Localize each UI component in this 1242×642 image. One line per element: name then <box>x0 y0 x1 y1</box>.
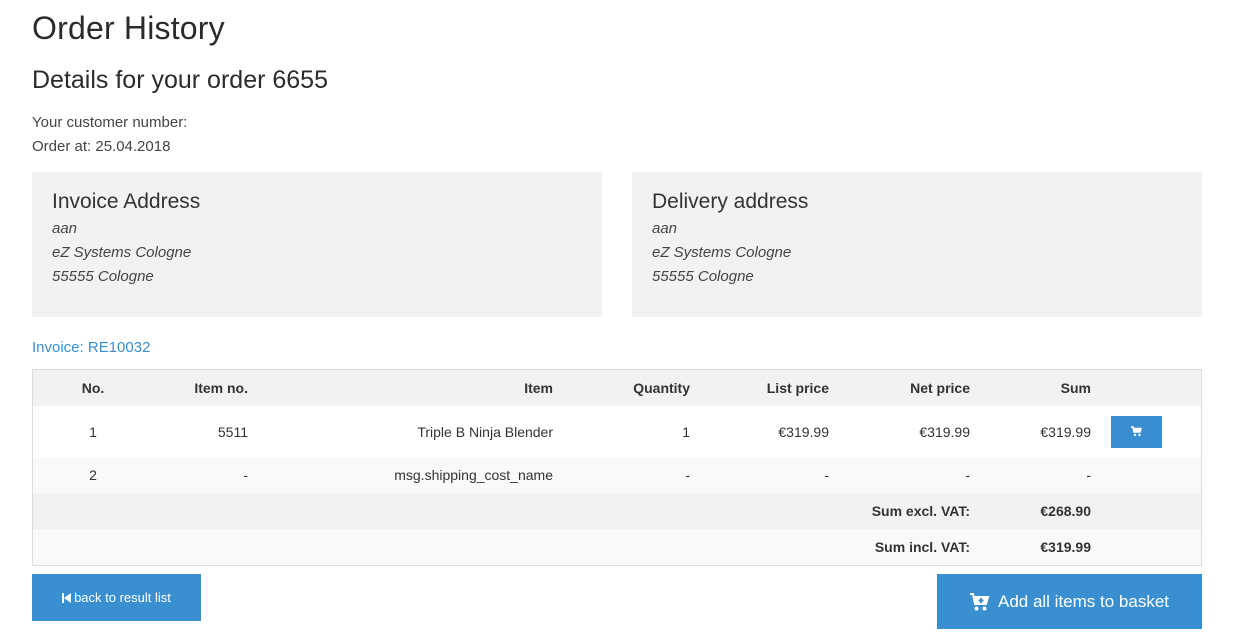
delivery-address-city: 55555 Cologne <box>652 268 754 285</box>
header-quantity: Quantity <box>553 370 690 406</box>
sum-excl-vat-row: Sum excl. VAT: €268.90 <box>33 493 1201 529</box>
header-list-price: List price <box>690 370 829 406</box>
back-to-result-list-button[interactable]: back to result list <box>32 574 201 621</box>
invoice-address-company: eZ Systems Cologne <box>52 244 192 261</box>
header-actions <box>1091 370 1201 406</box>
header-sum: Sum <box>970 370 1091 406</box>
invoice-address-name: aan <box>52 220 78 237</box>
invoice-address-title: Invoice Address <box>52 190 201 213</box>
add-all-to-basket-button[interactable]: Add all items to basket <box>937 574 1202 629</box>
order-meta: Your customer number: Order at: 25.04.20… <box>32 111 187 159</box>
cell-quantity: 1 <box>682 423 690 440</box>
invoice-link[interactable]: Invoice: RE10032 <box>32 339 150 356</box>
cell-quantity: - <box>553 457 690 493</box>
order-items-table: No. Item no. Item Quantity List price Ne… <box>32 369 1202 566</box>
cell-actions <box>1091 457 1201 493</box>
order-date: Order at: 25.04.2018 <box>32 138 171 155</box>
invoice-address-city: 55555 Cologne <box>52 268 154 285</box>
header-item-no: Item no. <box>148 370 248 406</box>
header-net-price: Net price <box>829 370 970 406</box>
add-to-basket-button[interactable] <box>1111 415 1162 448</box>
sum-excl-vat-value: €268.90 <box>970 493 1091 529</box>
header-item: Item <box>248 370 553 406</box>
delivery-address-company: eZ Systems Cologne <box>652 244 792 261</box>
cell-sum: - <box>970 457 1091 493</box>
table-header-row: No. Item no. Item Quantity List price Ne… <box>33 370 1201 406</box>
order-heading: Details for your order 6655 <box>32 66 328 94</box>
delivery-address-title: Delivery address <box>652 190 809 213</box>
cart-plus-icon <box>969 592 990 610</box>
cell-item-no: - <box>148 457 248 493</box>
cell-item-no: 5511 <box>217 423 248 440</box>
sum-excl-vat-label: Sum excl. VAT: <box>33 493 970 529</box>
step-backward-icon <box>62 592 72 603</box>
cell-no: 1 <box>89 423 97 440</box>
sum-incl-vat-value: €319.99 <box>970 529 1091 565</box>
cell-net-price: - <box>829 457 970 493</box>
sum-incl-vat-row: Sum incl. VAT: €319.99 <box>33 529 1201 565</box>
cell-no: 2 <box>33 457 148 493</box>
cell-net-price: €319.99 <box>919 423 970 440</box>
sum-incl-vat-label: Sum incl. VAT: <box>33 529 970 565</box>
header-no: No. <box>33 370 148 406</box>
delivery-address-box: Delivery address aan eZ Systems Cologne … <box>632 172 1202 317</box>
cell-list-price: €319.99 <box>778 423 829 440</box>
cell-actions <box>1091 406 1201 457</box>
delivery-address-name: aan <box>652 220 678 237</box>
page-title: Order History <box>32 10 225 46</box>
cell-item: msg.shipping_cost_name <box>248 457 553 493</box>
back-button-label: back to result list <box>74 590 171 605</box>
cell-item: Triple B Ninja Blender <box>417 423 553 440</box>
customer-number-label: Your customer number: <box>32 114 188 131</box>
invoice-address-box: Invoice Address aan eZ Systems Cologne 5… <box>32 172 602 317</box>
table-row: 2 - msg.shipping_cost_name - - - - <box>33 457 1201 493</box>
cell-sum: €319.99 <box>1040 423 1091 440</box>
add-all-button-label: Add all items to basket <box>997 591 1170 611</box>
cell-list-price: - <box>690 457 829 493</box>
cart-icon <box>1131 425 1142 436</box>
sum-incl-spacer <box>1091 529 1201 565</box>
table-row: 1 5511 Triple B Ninja Blender 1 €319.99 … <box>33 406 1201 457</box>
sum-excl-spacer <box>1091 493 1201 529</box>
